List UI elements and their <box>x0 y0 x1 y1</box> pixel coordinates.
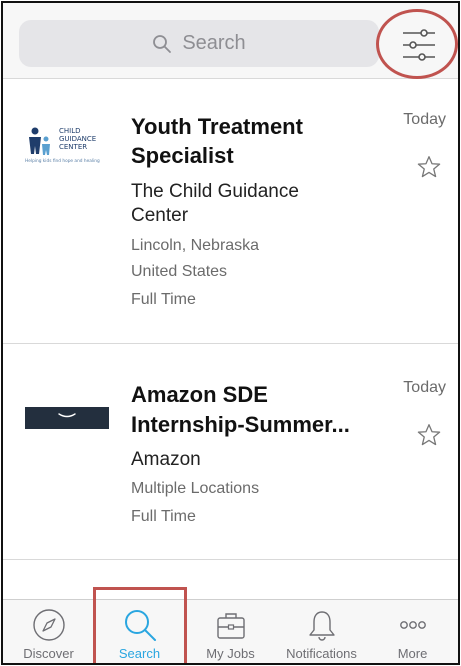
save-job-button[interactable] <box>416 154 442 185</box>
job-title: Youth Treatment Specialist <box>131 114 303 168</box>
job-location: Lincoln, Nebraska <box>131 237 260 254</box>
logo-line-1: CHILD <box>59 127 81 135</box>
logo-tagline: Helping kids find hope and healing <box>25 158 100 164</box>
tab-notifications[interactable]: Notifications <box>276 600 367 663</box>
search-header: Search <box>3 3 458 79</box>
tab-label: More <box>397 646 428 661</box>
tab-label: Search <box>118 646 161 661</box>
sliders-icon <box>403 29 435 61</box>
company-logo: CHILD GUIDANCE CENTER Helping kids find … <box>25 122 115 177</box>
star-icon <box>417 156 441 178</box>
tab-search[interactable]: Search <box>94 600 185 663</box>
job-employment-type: Full Time <box>131 508 196 525</box>
tab-label: Notifications <box>286 646 357 661</box>
more-icon <box>399 621 426 629</box>
search-placeholder: Search <box>182 32 246 54</box>
list-continuation <box>3 561 458 601</box>
tab-bar: Discover Search My Jobs Notifications Mo… <box>3 599 458 663</box>
job-card[interactable]: Amazon SDE Internship-Summer... Amazon M… <box>3 344 458 560</box>
job-company: The Child Guidance Center <box>131 181 299 226</box>
job-location: Multiple Locations <box>131 480 260 497</box>
save-job-button[interactable] <box>416 422 442 453</box>
tab-more[interactable]: More <box>367 600 458 663</box>
job-title-line-2: Internship-Summer... <box>131 412 350 437</box>
job-title-line-1: Amazon SDE <box>131 382 268 407</box>
tab-discover[interactable]: Discover <box>3 600 94 663</box>
tab-my-jobs[interactable]: My Jobs <box>185 600 276 663</box>
compass-icon <box>32 609 65 641</box>
job-date: Today <box>403 111 446 128</box>
job-company: Amazon <box>131 449 201 470</box>
tab-label: My Jobs <box>206 646 255 661</box>
search-input[interactable]: Search <box>19 20 379 67</box>
search-icon <box>124 610 156 641</box>
star-icon <box>417 424 441 446</box>
job-employment-type: Full Time <box>131 291 196 308</box>
app-frame: Search CHILD GUIDANCE CENTER Helping kid… <box>1 1 460 665</box>
job-country: United States <box>131 263 228 280</box>
logo-line-3: CENTER <box>59 143 87 151</box>
bell-icon <box>308 611 335 641</box>
job-list: CHILD GUIDANCE CENTER Helping kids find … <box>3 80 458 560</box>
company-logo <box>25 407 109 434</box>
briefcase-icon <box>216 613 245 639</box>
filter-button[interactable] <box>373 13 457 77</box>
job-card[interactable]: CHILD GUIDANCE CENTER Helping kids find … <box>3 80 458 344</box>
search-icon <box>153 34 172 53</box>
job-date: Today <box>403 379 446 396</box>
tab-label: Discover <box>23 646 74 661</box>
logo-line-2: GUIDANCE <box>59 135 96 143</box>
